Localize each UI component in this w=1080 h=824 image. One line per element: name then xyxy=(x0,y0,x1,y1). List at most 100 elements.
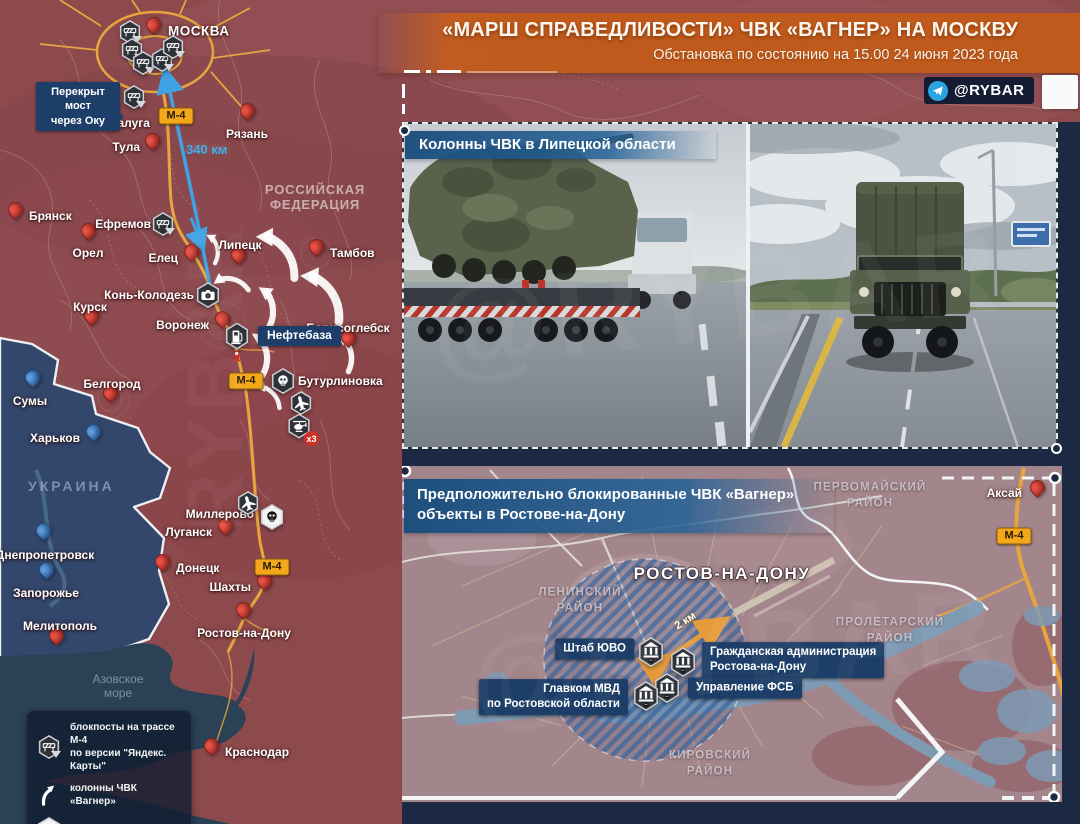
city-label: Курск xyxy=(73,300,107,314)
road-badge-m4: М-4 xyxy=(229,373,264,390)
city-pin-blue xyxy=(32,520,53,541)
infographic-poster: @RYBAR @RYBAR RYBAR МОСКВАКалугаТулаРяза… xyxy=(0,0,1080,824)
checkpoint-icon xyxy=(36,734,62,760)
wagner-skull-icon xyxy=(37,817,61,824)
blocked-object-label: Гражданская администрация Ростова-на-Дон… xyxy=(702,642,884,678)
city-label: Воронеж xyxy=(156,318,209,332)
road-badge-m4: М-4 xyxy=(997,528,1032,545)
city-label: Ефремов xyxy=(95,217,151,231)
oil-depot-label: Нефтебаза xyxy=(258,326,341,346)
legend-label: колонны ЧВК «Вагнер» xyxy=(70,782,182,808)
photo-panel-title: Колонны ЧВК в Липецкой области xyxy=(405,131,716,159)
decorative-dash xyxy=(467,71,557,73)
camera-icon xyxy=(196,282,220,308)
distance-label: 340 км xyxy=(186,142,227,157)
road-badge-m4: М-4 xyxy=(255,559,290,576)
government-building-icon xyxy=(638,637,664,667)
city-label: Сумы xyxy=(13,394,47,408)
column-arrow-icon xyxy=(36,782,62,808)
wagner-skull-icon xyxy=(36,817,62,824)
city-pin-blue xyxy=(82,421,103,442)
telegram-icon xyxy=(928,81,948,101)
city-label: Белгород xyxy=(83,377,140,391)
city-pin-blue xyxy=(35,559,56,580)
photo-wagner-column-flatbed xyxy=(404,124,746,447)
government-building-icon xyxy=(633,681,659,711)
city-label: Конь-Колодезь xyxy=(104,288,194,302)
airplane-icon xyxy=(290,391,312,415)
city-label: Аксай xyxy=(987,486,1022,500)
city-label: Рязань xyxy=(226,127,268,141)
district-label: КИРОВСКИЙ РАЙОН xyxy=(669,748,751,779)
photo-divider xyxy=(746,124,750,447)
city-label: Тамбов xyxy=(330,246,375,260)
road-badge-m4: М-4 xyxy=(159,108,194,125)
city-label: Бутурлиновка xyxy=(298,374,383,388)
decorative-dash xyxy=(402,104,405,114)
checkpoint-icon xyxy=(38,735,60,759)
city-pin-red xyxy=(232,599,253,620)
poster-subtitle: Обстановка по состоянию на 15.00 24 июня… xyxy=(653,47,1018,63)
city-pin-blue xyxy=(21,367,42,388)
city-pin-red xyxy=(1027,477,1048,498)
decorative-dash xyxy=(402,84,405,98)
country-label: РОССИЙСКАЯ ФЕДЕРАЦИЯ xyxy=(240,182,390,212)
airplane-icon xyxy=(237,491,259,515)
checkpoint-icon xyxy=(162,35,184,59)
city-label: Луганск xyxy=(165,525,212,539)
inset-panel-title: Предположительно блокированные ЧВК «Вагн… xyxy=(404,479,834,533)
city-label: Елец xyxy=(148,251,178,265)
corner-mark xyxy=(1051,443,1062,454)
legend-item: отряды ЧВК «Вагнер» xyxy=(36,817,182,824)
blocked-object-label: Управление ФСБ xyxy=(688,678,802,699)
checkpoint-icon xyxy=(152,212,174,236)
city-pin-red xyxy=(151,551,172,572)
city-label: Донецк xyxy=(176,561,219,575)
legend-item: блокпосты на трассе М-4 по версии "Яндек… xyxy=(36,721,182,773)
fuel-pump-icon xyxy=(230,348,245,363)
city-label: Шахты xyxy=(209,580,251,594)
rybar-badge-label: @RYBAR xyxy=(954,82,1024,99)
inset-city-label: РОСТОВ-НА-ДОНУ xyxy=(634,564,811,584)
city-label: Краснодар xyxy=(225,745,289,759)
district-label: ЛЕНИНСКИЙ РАЙОН xyxy=(538,585,621,616)
legend-item: колонны ЧВК «Вагнер» xyxy=(36,782,182,808)
city-pin-red xyxy=(236,100,257,121)
city-label: Харьков xyxy=(30,431,80,445)
corner-square xyxy=(1042,75,1078,109)
sea-label: Азовское море xyxy=(70,672,166,700)
city-pin-red xyxy=(200,735,221,756)
poster-title: «МАРШ СПРАВЕДЛИВОСТИ» ЧВК «ВАГНЕР» НА МО… xyxy=(442,19,1018,42)
rybar-badge[interactable]: @RYBAR xyxy=(924,77,1034,104)
photo-military-truck-highway xyxy=(750,124,1056,447)
city-pin-red xyxy=(142,14,163,35)
city-pin-red xyxy=(305,236,326,257)
city-label: Брянск xyxy=(29,209,72,223)
legend-label: блокпосты на трассе М-4 по версии "Яндек… xyxy=(70,721,182,773)
city-label: Липецк xyxy=(218,238,261,252)
city-pin-red xyxy=(4,199,25,220)
city-label: Ростов-на-Дону xyxy=(197,626,291,640)
city-label: Днепропетровск xyxy=(0,548,94,562)
wagner-skull-icon xyxy=(260,504,284,530)
city-label: Запорожье xyxy=(13,586,79,600)
city-pin-red xyxy=(180,241,201,262)
photo-panel: Колонны ЧВК в Липецкой области xyxy=(402,122,1058,449)
blocked-object-label: Штаб ЮВО xyxy=(555,639,634,660)
multiplier-badge: х3 xyxy=(304,431,319,446)
decorative-dash xyxy=(426,70,431,73)
ukraine-label: УКРАИНА xyxy=(28,478,115,494)
city-label: Орел xyxy=(73,246,104,260)
blocked-object-label: Главком МВД по Ростовской области xyxy=(479,679,628,715)
city-label: Тула xyxy=(112,140,140,154)
corner-mark xyxy=(399,125,410,136)
city-pin-red xyxy=(141,130,162,151)
district-label: ПЕРВОМАЙСКИЙ РАЙОН xyxy=(814,480,927,511)
bridge-note: Перекрыт мост через Оку xyxy=(36,82,120,131)
decorative-dash xyxy=(404,70,420,73)
map-legend: блокпосты на трассе М-4 по версии "Яндек… xyxy=(26,710,192,824)
checkpoint-icon xyxy=(123,85,145,109)
rostov-inset-map: РОСТОВ-НА-ДОНУ 2 км ЛЕНИНСКИЙ РАЙОНПЕРВО… xyxy=(402,466,1062,802)
oil-depot-icon xyxy=(225,323,249,350)
decorative-dash xyxy=(437,70,461,73)
